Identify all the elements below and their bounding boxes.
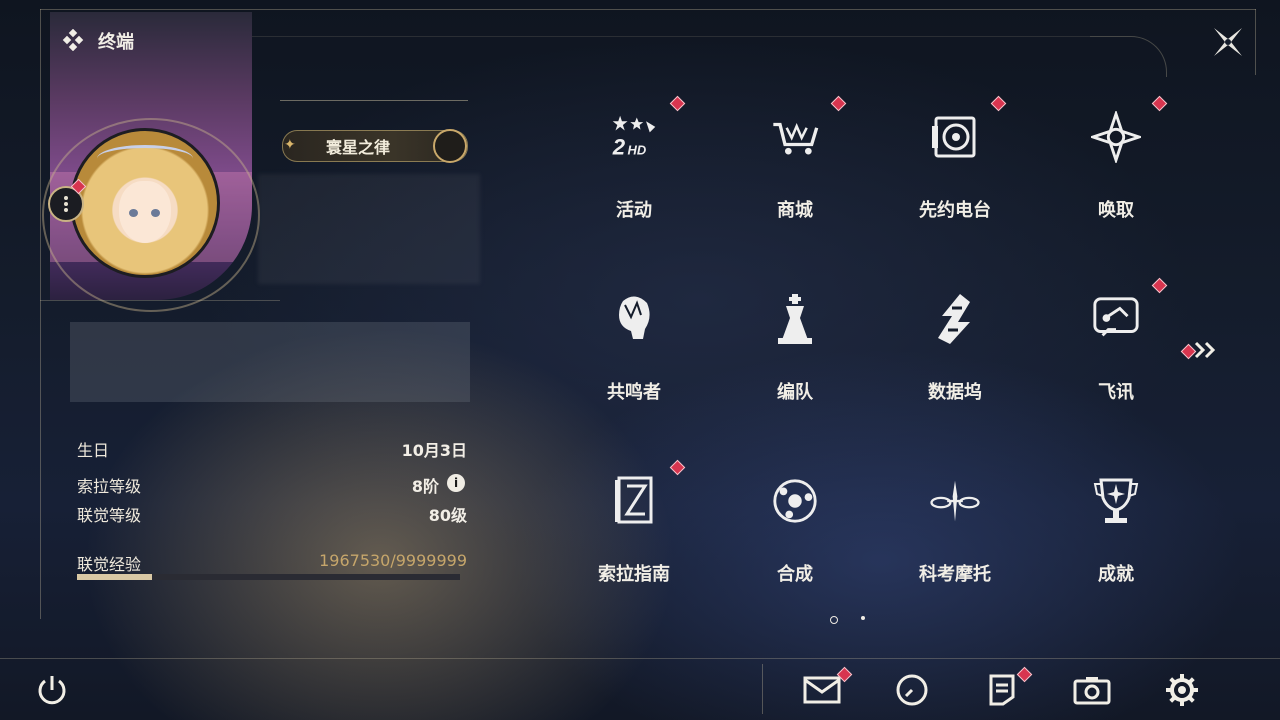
more-dot bbox=[64, 208, 68, 212]
bottom-bar-divider bbox=[0, 658, 1280, 659]
frame-right-line bbox=[1255, 9, 1256, 75]
page-indicator-active[interactable] bbox=[830, 616, 838, 624]
sparkle-icon: ✦ bbox=[284, 137, 296, 153]
data-bank-icon bbox=[930, 294, 980, 344]
menu-label: 商城 bbox=[777, 200, 813, 221]
settings-button[interactable] bbox=[1162, 670, 1202, 710]
redacted-block bbox=[258, 174, 480, 284]
union-level-value: 80级 bbox=[428, 506, 467, 525]
team-chess-icon bbox=[770, 294, 820, 344]
radio-pass-icon bbox=[930, 112, 980, 162]
menu-item-guidebook[interactable]: 索拉指南 bbox=[584, 460, 684, 596]
avatar-eye bbox=[151, 209, 160, 217]
menu-item-messages[interactable]: 飞讯 bbox=[1066, 278, 1166, 414]
union-exp-value: 1967530/9999999 bbox=[319, 551, 467, 570]
page-indicator[interactable] bbox=[861, 616, 865, 620]
menu-item-radio[interactable]: 先约电台 bbox=[905, 96, 1005, 232]
trophy-icon bbox=[1091, 476, 1141, 526]
menu-item-databank[interactable]: 数据坞 bbox=[905, 278, 1005, 414]
resonator-head-icon bbox=[609, 294, 659, 344]
close-button[interactable] bbox=[1206, 24, 1250, 60]
sol-rank-label: 索拉等级 bbox=[77, 477, 142, 496]
menu-label: 索拉指南 bbox=[598, 564, 670, 585]
menu-item-team[interactable]: 编队 bbox=[745, 278, 845, 414]
mail-button[interactable] bbox=[802, 670, 842, 710]
frame-left-line bbox=[40, 9, 41, 619]
svg-text:2: 2 bbox=[612, 135, 626, 160]
menu-item-resonators[interactable]: 共鸣者 bbox=[584, 278, 684, 414]
union-level-label: 联觉等级 bbox=[77, 506, 142, 525]
menu-label: 先约电台 bbox=[919, 200, 991, 221]
info-icon[interactable]: i bbox=[447, 474, 465, 492]
camera-button[interactable] bbox=[1072, 670, 1112, 710]
menu-label: 活动 bbox=[616, 200, 652, 221]
menu-label: 数据坞 bbox=[928, 382, 982, 403]
menu-item-convene[interactable]: 唤取 bbox=[1066, 96, 1166, 232]
next-page-button[interactable] bbox=[1194, 340, 1224, 360]
shop-cart-icon bbox=[770, 112, 820, 162]
menu-label: 唤取 bbox=[1098, 200, 1134, 221]
avatar-face bbox=[119, 181, 171, 243]
close-icon bbox=[1214, 28, 1242, 56]
menu-item-synthesis[interactable]: 合成 bbox=[745, 460, 845, 596]
menu-label: 科考摩托 bbox=[919, 564, 991, 585]
settings-gear-icon bbox=[1166, 674, 1198, 706]
sol-rank-value: 8阶 bbox=[411, 477, 439, 496]
more-dot bbox=[64, 196, 68, 200]
menu-item-motorbike[interactable]: 科考摩托 bbox=[905, 460, 1005, 596]
motorbike-icon bbox=[930, 476, 980, 526]
power-button[interactable] bbox=[32, 670, 72, 710]
avatar[interactable] bbox=[70, 128, 220, 278]
exp-progress-fill bbox=[77, 574, 153, 580]
notice-button[interactable] bbox=[982, 670, 1022, 710]
svg-text:HD: HD bbox=[628, 143, 647, 158]
power-icon bbox=[38, 676, 66, 705]
avatar-crown bbox=[97, 145, 193, 172]
notice-icon bbox=[989, 674, 1015, 706]
event-2hd-icon: 2 HD bbox=[609, 112, 659, 162]
diamond-cluster-icon bbox=[62, 28, 84, 52]
birthday-value: 10月3日 bbox=[401, 441, 467, 460]
menu-label: 成就 bbox=[1098, 564, 1134, 585]
birthday-label: 生日 bbox=[77, 441, 110, 460]
camera-icon bbox=[1073, 677, 1111, 705]
menu-item-achievements[interactable]: 成就 bbox=[1066, 460, 1166, 596]
avatar-eye bbox=[129, 209, 138, 217]
bottom-separator bbox=[762, 664, 763, 714]
name-divider bbox=[280, 100, 468, 101]
more-dot bbox=[64, 202, 68, 206]
chat-message-icon bbox=[1091, 294, 1141, 344]
emblem-icon bbox=[433, 129, 467, 163]
frame-corner bbox=[1090, 36, 1167, 77]
synthesis-icon bbox=[770, 476, 820, 526]
union-exp-label: 联觉经验 bbox=[77, 555, 142, 574]
page-title: 终端 bbox=[98, 32, 134, 53]
exp-progress-bar bbox=[77, 574, 460, 580]
menu-label: 编队 bbox=[777, 382, 813, 403]
menu-item-events[interactable]: 2 HD 活动 bbox=[584, 96, 684, 232]
clock-icon bbox=[896, 674, 928, 706]
double-chevron-right-icon bbox=[1194, 341, 1216, 359]
profile-divider bbox=[40, 300, 280, 301]
menu-label: 合成 bbox=[777, 564, 813, 585]
frame-top-line bbox=[40, 9, 1256, 10]
guidebook-icon bbox=[609, 476, 659, 526]
menu-label: 共鸣者 bbox=[607, 382, 661, 403]
convene-star-icon bbox=[1091, 111, 1141, 163]
mail-icon bbox=[803, 676, 841, 704]
menu-item-shop[interactable]: 商城 bbox=[745, 96, 845, 232]
menu-label: 飞讯 bbox=[1098, 382, 1134, 403]
clock-button[interactable] bbox=[892, 670, 932, 710]
player-name: 寰星之律 bbox=[326, 138, 391, 157]
frame-inner-line bbox=[250, 36, 1090, 37]
redacted-signature bbox=[70, 322, 470, 402]
